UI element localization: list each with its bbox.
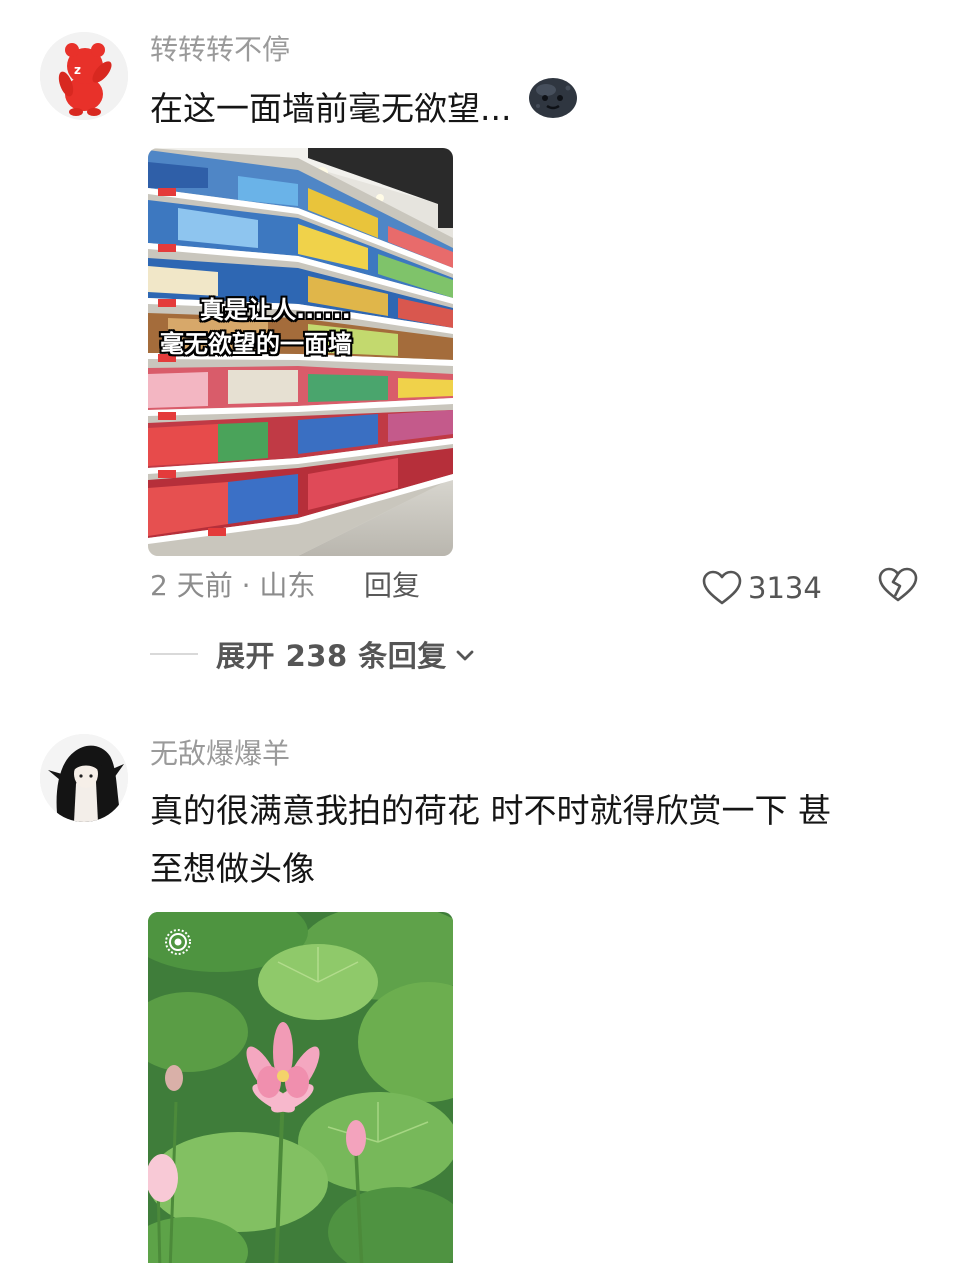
username[interactable]: 转转转不停 (150, 32, 290, 68)
expand-replies-button[interactable]: 展开 238 条回复 (150, 632, 475, 676)
comment-image[interactable] (148, 912, 453, 1263)
comment-item: 无敌爆爆羊 真的很满意我拍的荷花 时不时就得欣赏一下 甚 至想做头像 (0, 700, 960, 1263)
image-caption-line1: 真是让人...... (200, 296, 351, 324)
divider-line (150, 653, 198, 655)
avatar[interactable] (40, 734, 128, 822)
comment-meta: 2 天前 · 山东 回复 3134 (150, 566, 950, 606)
comment-item: z 转转转不停 在这一面墙前毫无欲望... 真是让人...... 毫无欲望的一面… (0, 0, 960, 700)
heart-icon (702, 570, 742, 605)
new-moon-face-emoji-icon (528, 76, 578, 138)
like-button[interactable]: 3134 (702, 568, 822, 608)
svg-text:z: z (74, 63, 81, 77)
comment-image[interactable]: 真是让人...... 毫无欲望的一面墙 (148, 148, 453, 556)
username[interactable]: 无敌爆爆羊 (150, 736, 290, 772)
dislike-button[interactable] (878, 566, 918, 615)
comment-text-line1: 真的很满意我拍的荷花 时不时就得欣赏一下 甚 (150, 791, 831, 830)
time-location: 2 天前 · 山东 (150, 569, 316, 602)
comment-text-content: 在这一面墙前毫无欲望... (150, 89, 512, 128)
comment-text: 在这一面墙前毫无欲望... (150, 77, 910, 138)
like-count: 3134 (748, 571, 822, 605)
anime-girl-avatar-icon (40, 734, 128, 822)
red-bear-avatar-icon: z (40, 32, 128, 120)
image-caption-line2: 毫无欲望的一面墙 (160, 330, 352, 358)
comment-text-line2: 至想做头像 (150, 849, 315, 888)
expand-replies-label: 展开 238 条回复 (216, 639, 447, 673)
chevron-down-icon (456, 650, 474, 661)
avatar[interactable]: z (40, 32, 128, 120)
broken-heart-icon (878, 567, 918, 602)
comment-text: 真的很满意我拍的荷花 时不时就得欣赏一下 甚 至想做头像 (150, 782, 910, 898)
lotus-flower-photo-icon (148, 912, 453, 1263)
reply-button[interactable]: 回复 (364, 566, 420, 606)
